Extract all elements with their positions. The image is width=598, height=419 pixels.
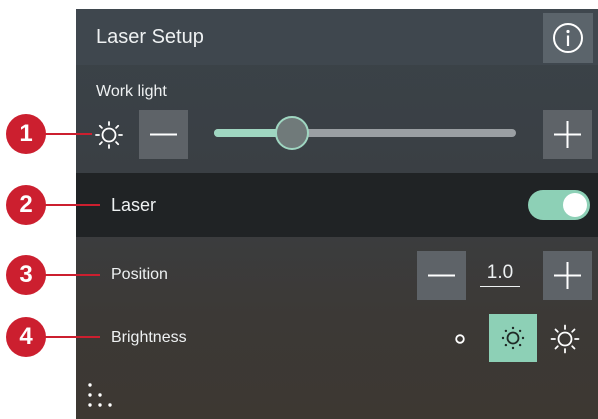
minus-icon <box>428 274 455 277</box>
brightness-label: Brightness <box>111 329 187 346</box>
dots-menu-icon[interactable] <box>86 381 118 413</box>
callout-line-4 <box>44 336 100 338</box>
callout-line-2 <box>44 204 100 206</box>
callout-marker-2: 2 <box>6 185 46 225</box>
brightness-medium-icon <box>501 326 525 350</box>
work-light-increase-button[interactable] <box>543 110 592 159</box>
work-light-slider-thumb[interactable] <box>275 116 309 150</box>
brightness-low-option[interactable] <box>446 325 474 353</box>
laser-row: Laser <box>76 173 598 237</box>
plus-icon <box>554 121 581 148</box>
minus-icon <box>150 133 177 136</box>
title-bar: Laser Setup <box>76 9 598 65</box>
position-increase-button[interactable] <box>543 251 592 300</box>
callout-line-3 <box>44 274 100 276</box>
callout-marker-1: 1 <box>6 114 46 154</box>
page-title: Laser Setup <box>96 26 204 48</box>
brightness-high-option[interactable] <box>549 323 581 355</box>
laser-setup-panel: Laser Setup Work light Laser Position 1.… <box>76 9 598 419</box>
work-light-decrease-button[interactable] <box>139 110 188 159</box>
brightness-low-icon <box>455 334 465 344</box>
brightness-medium-option[interactable] <box>489 314 537 362</box>
plus-icon <box>554 262 581 289</box>
laser-label: Laser <box>111 195 157 215</box>
info-button[interactable] <box>543 13 593 63</box>
laser-toggle-knob <box>563 193 587 217</box>
position-label: Position <box>111 266 168 283</box>
work-light-slider[interactable] <box>214 129 516 137</box>
laser-toggle[interactable] <box>528 190 590 220</box>
callout-marker-3: 3 <box>6 255 46 295</box>
callout-marker-4: 4 <box>6 317 46 357</box>
position-decrease-button[interactable] <box>417 251 466 300</box>
position-value: 1.0 <box>480 262 520 287</box>
brightness-high-icon <box>550 324 580 354</box>
callout-line-1 <box>44 133 92 135</box>
sun-icon <box>95 121 123 149</box>
info-circle-icon <box>553 23 583 53</box>
work-light-label: Work light <box>96 83 167 100</box>
